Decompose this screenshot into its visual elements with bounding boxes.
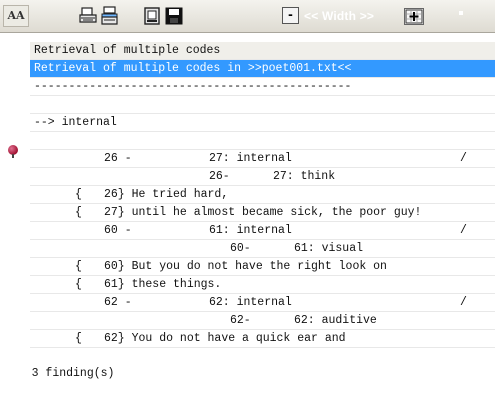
table-row[interactable]: 60- 61: visual — [30, 240, 495, 258]
segment-brace: { — [75, 260, 82, 273]
range-end: 27: internal — [209, 152, 292, 165]
code-end: 27: think — [273, 170, 336, 183]
code-marker-row[interactable]: --> internal — [30, 114, 495, 132]
table-row[interactable]: 62- 62: auditive — [30, 312, 495, 330]
selected-row[interactable]: Retrieval of multiple codes in >>poet001… — [30, 60, 495, 78]
code-marker-icon — [8, 145, 18, 158]
separator-row[interactable]: ----------------------------------------… — [30, 78, 495, 96]
table-row[interactable]: 26 - 27: internal / — [30, 150, 495, 168]
blank-row[interactable] — [30, 132, 495, 150]
blank-row[interactable] — [30, 96, 495, 114]
code-end: 61: visual — [294, 242, 364, 255]
header-text: Retrieval of multiple codes — [34, 44, 221, 57]
toolbar: AA - << Width >> — [0, 0, 495, 33]
range-end: 62: internal — [209, 296, 292, 309]
segment-brace: { — [75, 188, 82, 201]
increase-width-button[interactable] — [404, 8, 424, 25]
table-row[interactable]: { 60} But you do not have the right look… — [30, 258, 495, 276]
line-margin — [0, 33, 30, 367]
range-start: 60 - — [104, 224, 132, 237]
segment-text: 60} But you do not have the right look o… — [104, 260, 387, 273]
segment-text: 61} these things. — [104, 278, 222, 291]
table-row[interactable]: 26- 27: think — [30, 168, 495, 186]
print-icon[interactable] — [78, 6, 98, 26]
indicator-dot — [459, 11, 463, 15]
code-start: 62- — [230, 314, 251, 327]
range-slash: / — [460, 224, 467, 237]
clipboard-icon[interactable] — [142, 6, 162, 26]
code-end: 62: auditive — [294, 314, 377, 327]
print-setup-icon[interactable] — [100, 6, 120, 26]
table-row[interactable]: { 61} these things. — [30, 276, 495, 294]
range-end: 61: internal — [209, 224, 292, 237]
table-row[interactable]: 62 - 62: internal / — [30, 294, 495, 312]
segment-text: 26} He tried hard, — [104, 188, 229, 201]
separator-text: ----------------------------------------… — [34, 80, 352, 93]
range-start: 26 - — [104, 152, 132, 165]
code-marker-text: --> internal — [34, 116, 117, 129]
range-slash: / — [460, 152, 467, 165]
grid-plus-icon — [405, 9, 423, 24]
retrieval-output[interactable]: Retrieval of multiple codes Retrieval of… — [0, 33, 495, 380]
range-slash: / — [460, 296, 467, 309]
segment-brace: { — [75, 278, 82, 291]
segment-brace: { — [75, 206, 82, 219]
table-row[interactable]: 60 - 61: internal / — [30, 222, 495, 240]
segment-brace: { — [75, 332, 82, 345]
segment-text: 27} until he almost became sick, the poo… — [104, 206, 422, 219]
range-start: 62 - — [104, 296, 132, 309]
width-label: << Width >> — [304, 9, 375, 23]
segment-text: 62} You do not have a quick ear and — [104, 332, 346, 345]
table-row[interactable]: { 26} He tried hard, — [30, 186, 495, 204]
save-icon[interactable] — [164, 6, 184, 26]
table-row[interactable]: { 27} until he almost became sick, the p… — [30, 204, 495, 222]
code-start: 26- — [209, 170, 230, 183]
code-start: 60- — [230, 242, 251, 255]
findings-count: 3 finding(s) — [31, 367, 115, 380]
decrease-width-button[interactable]: - — [282, 7, 299, 24]
font-size-button[interactable]: AA — [3, 5, 29, 27]
selected-text: Retrieval of multiple codes in >>poet001… — [34, 62, 352, 75]
footer-row: 3 finding(s) — [0, 348, 495, 380]
table-row[interactable]: { 62} You do not have a quick ear and — [30, 330, 495, 348]
header-row: Retrieval of multiple codes — [30, 42, 495, 60]
